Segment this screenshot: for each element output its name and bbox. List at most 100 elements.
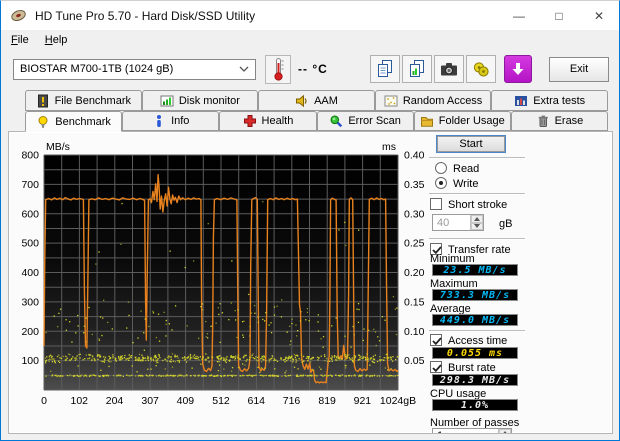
tab-benchmark[interactable]: Benchmark bbox=[25, 111, 123, 132]
access-time-checkbox[interactable]: Access time bbox=[430, 334, 507, 347]
access-time-value: 0.055 ms bbox=[432, 347, 518, 359]
svg-text:700: 700 bbox=[21, 179, 39, 191]
short-stroke-size-value: 40 bbox=[437, 216, 450, 229]
svg-text:409: 409 bbox=[177, 395, 195, 407]
copy-icon bbox=[378, 60, 392, 77]
benchmark-panel: MB/s ms 800 700 600 500 400 300 200 100 0.40 0.35 0.… bbox=[8, 131, 613, 434]
info-icon bbox=[157, 115, 162, 127]
tab-aam[interactable]: AAM bbox=[258, 90, 375, 111]
svg-text:1024gB: 1024gB bbox=[380, 395, 416, 407]
svg-text:600: 600 bbox=[21, 208, 39, 220]
cpu-usage-value: 1.0% bbox=[432, 399, 518, 411]
save-export-button[interactable] bbox=[466, 55, 496, 83]
passes-spinner[interactable]: 1 bbox=[432, 428, 512, 433]
write-label: Write bbox=[453, 178, 479, 190]
burst-rate-checkbox-box[interactable] bbox=[430, 361, 442, 373]
svg-text:512: 512 bbox=[212, 395, 230, 407]
write-radio-circle[interactable] bbox=[435, 177, 447, 189]
benchmark-icon bbox=[38, 115, 48, 128]
tab-random-access[interactable]: Random Access bbox=[374, 90, 492, 111]
tab-label: Info bbox=[171, 115, 190, 127]
toolbar: BIOSTAR M700-1TB (1024 gB) -- °C Exit bbox=[1, 49, 619, 89]
maximize-button[interactable]: □ bbox=[539, 1, 579, 30]
tab-label: File Benchmark bbox=[54, 94, 131, 107]
tab-disk-monitor[interactable]: Disk monitor bbox=[141, 90, 259, 111]
menu-help[interactable]: Help bbox=[37, 32, 76, 48]
drive-select[interactable]: BIOSTAR M700-1TB (1024 gB) bbox=[13, 58, 256, 80]
temperature-value: -- °C bbox=[298, 62, 328, 76]
svg-text:0.40: 0.40 bbox=[404, 150, 425, 162]
export-icon bbox=[473, 62, 489, 77]
svg-text:0.20: 0.20 bbox=[404, 267, 425, 279]
tab-label: Erase bbox=[554, 115, 584, 127]
drive-select-value: BIOSTAR M700-1TB (1024 gB) bbox=[20, 63, 174, 75]
disk-monitor-icon bbox=[160, 95, 174, 106]
exit-button[interactable]: Exit bbox=[549, 56, 609, 82]
tab-label: Disk monitor bbox=[178, 94, 240, 107]
app-window: HD Tune Pro 5.70 - Hard Disk/SSD Utility… bbox=[0, 0, 620, 441]
tab-file-benchmark[interactable]: File Benchmark bbox=[25, 90, 142, 111]
short-stroke-label: Short stroke bbox=[448, 199, 508, 211]
short-stroke-unit: gB bbox=[499, 218, 513, 230]
menu-file[interactable]: File bbox=[3, 32, 37, 48]
svg-text:614: 614 bbox=[247, 395, 265, 407]
svg-text:200: 200 bbox=[21, 326, 39, 338]
spin-up-button[interactable] bbox=[499, 429, 511, 433]
tab-label: AAM bbox=[314, 94, 338, 107]
burst-rate-value: 298.3 MB/s bbox=[432, 374, 518, 386]
svg-text:0.15: 0.15 bbox=[404, 296, 425, 308]
svg-text:0.30: 0.30 bbox=[404, 208, 425, 220]
tab-label: Health bbox=[261, 115, 294, 127]
copy-report-icon bbox=[410, 60, 424, 77]
tab-folder-usage[interactable]: Folder Usage bbox=[413, 111, 511, 131]
svg-text:300: 300 bbox=[21, 296, 39, 308]
access-time-checkbox-box[interactable] bbox=[430, 334, 442, 346]
start-button[interactable]: Start bbox=[436, 135, 506, 153]
svg-text:ms: ms bbox=[382, 141, 396, 153]
read-radio-circle[interactable] bbox=[435, 162, 447, 174]
svg-text:MB/s: MB/s bbox=[46, 141, 70, 153]
passes-value: 1 bbox=[433, 429, 498, 433]
read-radio[interactable]: Read bbox=[435, 162, 479, 175]
file-benchmark-icon bbox=[37, 94, 48, 107]
aam-icon bbox=[296, 94, 307, 107]
error-scan-icon bbox=[330, 115, 343, 128]
check-icon bbox=[432, 337, 442, 346]
start-label: Start bbox=[459, 138, 483, 150]
write-radio[interactable]: Write bbox=[435, 177, 478, 190]
titlebar: HD Tune Pro 5.70 - Hard Disk/SSD Utility… bbox=[1, 1, 619, 30]
svg-text:716: 716 bbox=[283, 395, 301, 407]
spin-down-button[interactable] bbox=[471, 222, 483, 230]
random-access-icon bbox=[384, 95, 398, 106]
short-stroke-checkbox-box[interactable] bbox=[430, 198, 442, 210]
svg-text:100: 100 bbox=[21, 355, 39, 367]
copy-report-button[interactable] bbox=[402, 55, 432, 83]
spin-up-button[interactable] bbox=[471, 215, 483, 223]
svg-text:819: 819 bbox=[318, 395, 336, 407]
benchmark-chart: MB/s ms 800 700 600 500 400 300 200 100 0.40 0.35 0.… bbox=[21, 141, 425, 407]
svg-text:800: 800 bbox=[21, 150, 39, 162]
temperature-button[interactable] bbox=[265, 54, 291, 84]
tab-extra-tests[interactable]: Extra tests bbox=[491, 90, 608, 111]
tab-erase[interactable]: Erase bbox=[510, 111, 609, 131]
tab-info[interactable]: Info bbox=[122, 111, 220, 131]
maximum-value: 733.3 MB/s bbox=[432, 289, 518, 301]
minimize-button[interactable]: — bbox=[499, 1, 539, 30]
short-stroke-size-spinner[interactable]: 40 bbox=[432, 214, 484, 231]
svg-text:0.35: 0.35 bbox=[404, 179, 425, 191]
tab-health[interactable]: Health bbox=[219, 111, 317, 131]
window-title: HD Tune Pro 5.70 - Hard Disk/SSD Utility bbox=[35, 8, 256, 23]
update-download-button[interactable] bbox=[504, 55, 532, 83]
short-stroke-checkbox[interactable]: Short stroke bbox=[430, 198, 507, 211]
folder-usage-icon bbox=[420, 117, 433, 127]
copy-to-clipboard-button[interactable] bbox=[370, 55, 400, 83]
read-label: Read bbox=[453, 163, 480, 175]
close-button[interactable]: ✕ bbox=[579, 1, 619, 30]
health-icon bbox=[243, 115, 256, 127]
svg-text:0.05: 0.05 bbox=[404, 355, 425, 367]
separator bbox=[429, 238, 525, 240]
svg-text:0: 0 bbox=[41, 395, 47, 407]
screenshot-button[interactable] bbox=[434, 55, 464, 83]
burst-rate-checkbox[interactable]: Burst rate bbox=[430, 361, 496, 374]
tab-error-scan[interactable]: Error Scan bbox=[316, 111, 414, 131]
